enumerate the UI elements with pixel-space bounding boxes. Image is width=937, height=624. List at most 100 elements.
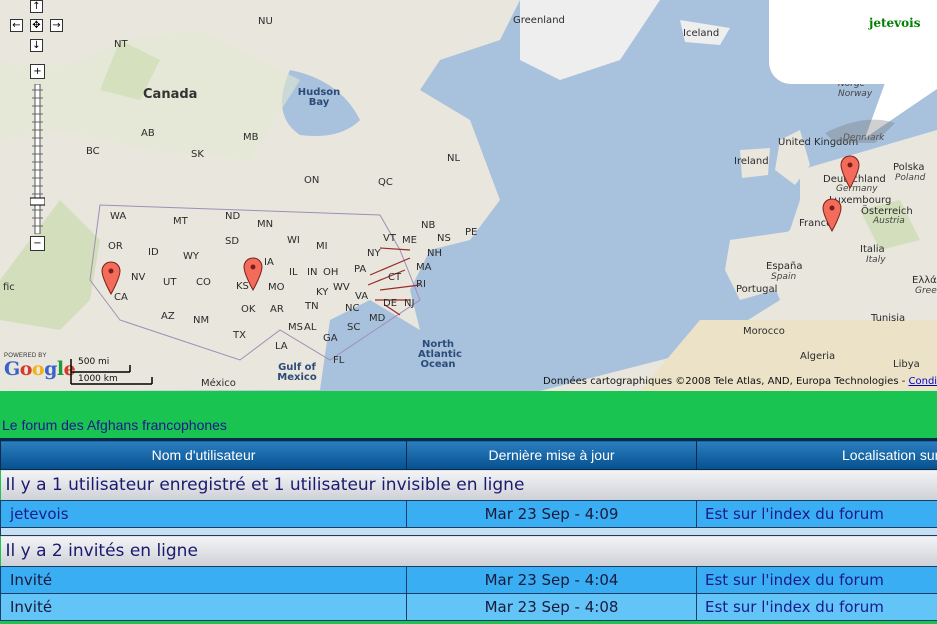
location-link[interactable]: Est sur l'index du forum [696, 500, 937, 528]
map-label-state: OR [108, 241, 123, 252]
map-label-state: NU [258, 16, 273, 27]
map-label-region: Canada [143, 87, 198, 102]
info-window-username[interactable]: jetevois [869, 16, 920, 30]
column-header-last-update[interactable]: Dernière mise à jour [406, 438, 697, 470]
marker-pin-france[interactable] [822, 198, 842, 232]
google-logo[interactable]: POWERED BY Google [4, 353, 76, 380]
map-label-region: Morocco [743, 326, 785, 337]
map-label-state: WI [287, 235, 300, 246]
map-label-state: KY [316, 287, 329, 298]
map-label-state: MD [369, 313, 386, 324]
forum-title: Le forum des Afghans francophones [2, 417, 227, 433]
last-update: Mar 23 Sep - 4:08 [406, 593, 697, 621]
map-label-state: NJ [404, 298, 415, 309]
map-label-state: OH [323, 267, 339, 278]
map-label-state: DE [383, 298, 398, 309]
map-label-state: WA [110, 211, 127, 222]
google-map[interactable]: Canada Greenland Iceland Hudson Bay North At… [0, 0, 937, 391]
map-label-state: GA [323, 333, 338, 344]
map-label-state: OK [241, 304, 256, 315]
map-label-region: Hudson Bay [297, 87, 341, 108]
marker-pin-california[interactable] [101, 261, 121, 295]
map-label-region: Libya [893, 359, 920, 370]
user-link[interactable]: jetevois [0, 500, 407, 528]
column-header-username[interactable]: Nom d'utilisateur [0, 438, 407, 470]
scale-bar: 500 mi 1000 km [70, 357, 154, 387]
zoom-slider-handle [30, 197, 45, 206]
pan-right-button[interactable]: → [50, 19, 63, 32]
map-label-region: Polska [893, 162, 925, 173]
zoom-out-button[interactable]: − [30, 236, 45, 251]
map-label-state: ND [225, 211, 241, 222]
guest-name: Invité [0, 593, 407, 621]
map-label-state: UT [163, 277, 177, 288]
location-link[interactable]: Est sur l'index du forum [696, 593, 937, 621]
map-label-state: MB [243, 132, 259, 143]
guests-heading: Il y a 2 invités en ligne [0, 535, 937, 567]
conditions-link[interactable]: Conditions [909, 376, 937, 387]
map-label-region: México [201, 378, 236, 389]
map-label-state: WY [183, 251, 199, 262]
location-link[interactable]: Est sur l'index du forum [696, 566, 937, 594]
map-label-region: North Atlantic Ocean [418, 339, 462, 370]
map-label-state: ON [304, 175, 320, 186]
map-label-state: SC [347, 322, 361, 333]
map-label-state: ME [402, 235, 417, 246]
map-label-state: MN [257, 219, 274, 230]
zoom-in-button[interactable]: + [30, 64, 45, 79]
registered-users-heading: Il y a 1 utilisateur enregistré et 1 uti… [0, 469, 937, 501]
map-label-state: MA [416, 262, 432, 273]
map-label-state: NM [193, 315, 210, 326]
map-label-region: Tunisia [871, 313, 906, 324]
map-label-region: Spain [771, 272, 797, 282]
pan-down-button[interactable]: ↓ [30, 39, 43, 52]
map-label-state: NC [345, 303, 360, 314]
map-label-state: ID [148, 247, 159, 258]
map-label-state: NY [367, 248, 381, 259]
table-row: jetevois Mar 23 Sep - 4:09 Est sur l'ind… [0, 500, 937, 528]
map-attribution: Données cartographiques ©2008 Tele Atlas… [543, 376, 937, 387]
map-label-state: MT [173, 216, 188, 227]
map-label-state: IN [307, 267, 318, 278]
map-label-region: Italy [866, 255, 886, 265]
map-label-region: Gree [915, 286, 937, 296]
map-label-state: IA [264, 257, 274, 268]
map-label-region: Italia [860, 244, 885, 255]
map-label-state: LA [275, 341, 288, 352]
map-label-state: AR [270, 304, 284, 315]
map-label-region: Greenland [513, 15, 565, 26]
marker-pin-germany[interactable] [840, 155, 860, 189]
map-label-state: FL [333, 355, 345, 366]
marker-pin-kansas[interactable] [243, 257, 263, 291]
map-label-state: MS [288, 322, 303, 333]
map-label-state: AB [141, 128, 155, 139]
pan-up-button[interactable]: ↑ [30, 0, 43, 13]
map-label-state: NL [447, 153, 461, 164]
map-label-state: AZ [161, 311, 175, 322]
attribution-text: Données cartographiques ©2008 Tele Atlas… [543, 376, 906, 387]
map-label-state: RI [416, 279, 426, 290]
map-label-region: Austria [873, 216, 905, 226]
table-row: Invité Mar 23 Sep - 4:08 Est sur l'index… [0, 593, 937, 621]
map-label-state: CO [196, 277, 211, 288]
map-label-state: WV [333, 282, 350, 293]
map-label-region: Gulf of Mexico [277, 362, 317, 383]
column-header-location[interactable]: Localisation sur le forum [696, 438, 937, 470]
map-label-region: fic [3, 282, 15, 293]
pan-left-button[interactable]: ← [10, 19, 23, 32]
scale-miles: 500 mi [78, 357, 110, 367]
map-label-state: CT [388, 272, 402, 283]
info-window-tail [825, 83, 937, 143]
guest-name: Invité [0, 566, 407, 594]
map-label-region: Portugal [736, 284, 778, 295]
map-label-region: Iceland [683, 28, 720, 39]
map-label-state: AL [304, 322, 317, 333]
map-label-state: VA [355, 291, 369, 302]
map-label-state: NH [427, 248, 442, 259]
map-label-state: NT [114, 39, 128, 50]
zoom-slider[interactable] [30, 84, 45, 234]
google-wordmark: Google [4, 358, 76, 380]
map-label-state: NV [131, 272, 146, 283]
map-label-region: España [766, 261, 803, 272]
pan-center-button[interactable]: ✥ [30, 19, 43, 32]
